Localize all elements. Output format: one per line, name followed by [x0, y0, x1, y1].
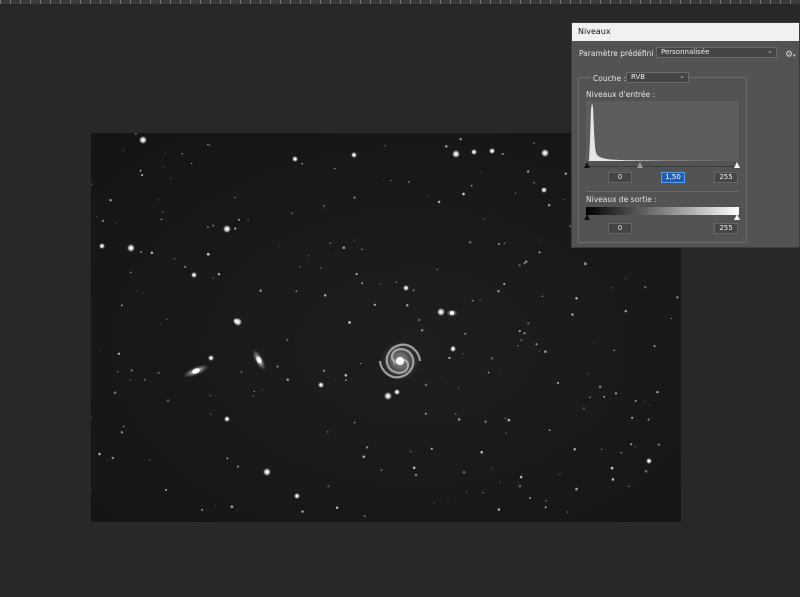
output-white-field[interactable]: 255: [714, 223, 738, 234]
channel-value: RVB: [631, 73, 646, 81]
dialog-title: Niveaux: [572, 23, 799, 41]
galaxy-small: [446, 309, 458, 317]
channel-label: Couche :: [591, 74, 628, 83]
chevron-down-icon: ⌄: [767, 47, 773, 55]
chevron-down-icon: ⌄: [679, 72, 685, 80]
divider: [586, 191, 739, 192]
preset-label: Paramètre prédéfini :: [579, 49, 659, 58]
output-levels-label: Niveaux de sortie :: [586, 195, 657, 204]
output-white-slider[interactable]: [734, 214, 740, 220]
histogram: [586, 101, 739, 161]
input-black-field[interactable]: 0: [608, 172, 632, 183]
input-levels-label: Niveaux d'entrée :: [586, 90, 656, 99]
levels-dialog: Niveaux Paramètre prédéfini : Personnali…: [571, 22, 800, 248]
white-point-slider[interactable]: [734, 162, 740, 168]
spiral-galaxy: [378, 341, 422, 381]
output-black-slider[interactable]: [584, 214, 590, 220]
gamma-slider[interactable]: [637, 162, 643, 168]
input-white-field[interactable]: 255: [714, 172, 738, 183]
top-ruler: [0, 0, 800, 4]
output-gradient: [586, 207, 739, 215]
gear-icon[interactable]: ⚙▾: [785, 50, 796, 60]
preset-value: Personnalisée: [661, 48, 710, 56]
output-black-field[interactable]: 0: [608, 223, 632, 234]
preset-dropdown[interactable]: Personnalisée ⌄: [656, 47, 777, 58]
input-gamma-field[interactable]: 1,50: [661, 172, 685, 183]
galaxy-middle: [252, 349, 266, 371]
channel-dropdown[interactable]: RVB ⌄: [626, 72, 689, 83]
input-slider-track: [587, 166, 739, 167]
black-point-slider[interactable]: [584, 162, 590, 168]
galaxy-left: [182, 364, 210, 378]
